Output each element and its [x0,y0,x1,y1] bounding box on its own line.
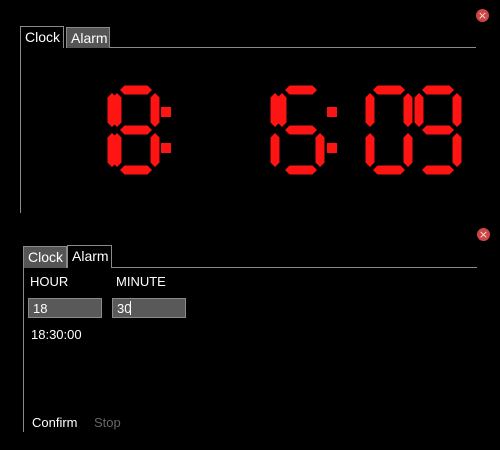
segment [150,133,160,167]
alarm-time-display: 18:30:00 [31,327,82,342]
stop-button[interactable]: Stop [94,415,121,430]
colon-dot [327,143,337,153]
segment [365,133,375,167]
segment [150,93,160,127]
clock-display [107,85,462,175]
segment [373,85,405,95]
segment [403,133,413,167]
segment [285,165,317,175]
tab-clock[interactable]: Clock [23,246,67,268]
segment [315,133,325,167]
segment [120,165,152,175]
colon-dot [161,107,171,117]
segment [452,133,462,167]
segment [120,125,152,135]
tab-alarm[interactable]: Alarm [67,245,112,268]
segment [270,133,280,167]
segment [112,93,122,127]
alarm-panel: × Clock Alarm HOUR MINUTE 18:30:00 Confi… [0,222,500,450]
close-icon[interactable]: × [477,228,490,241]
segment [277,93,287,127]
segment [373,165,405,175]
tab-clock[interactable]: Clock [20,26,64,48]
clock-digit [277,85,325,175]
minute-input[interactable] [112,298,186,318]
segment [285,85,317,95]
confirm-button[interactable]: Confirm [32,415,78,430]
segment [403,93,413,127]
segment [422,85,454,95]
colon-dot [161,143,171,153]
text-caret [130,301,131,315]
segment [414,93,424,127]
segment [365,93,375,127]
colon-dot [327,107,337,117]
segment [422,165,454,175]
segment [452,93,462,127]
segment [285,125,317,135]
panel-left-border [23,267,24,432]
clock-panel: × Clock Alarm [0,0,500,222]
hour-input[interactable] [28,298,102,318]
segment [422,125,454,135]
clock-digit [365,85,413,175]
hour-label: HOUR [30,274,69,289]
segment [120,85,152,95]
segment [112,133,122,167]
clock-digit [414,85,462,175]
tab-strip-divider [112,267,477,268]
minute-label: MINUTE [116,274,166,289]
clock-digit [112,85,160,175]
